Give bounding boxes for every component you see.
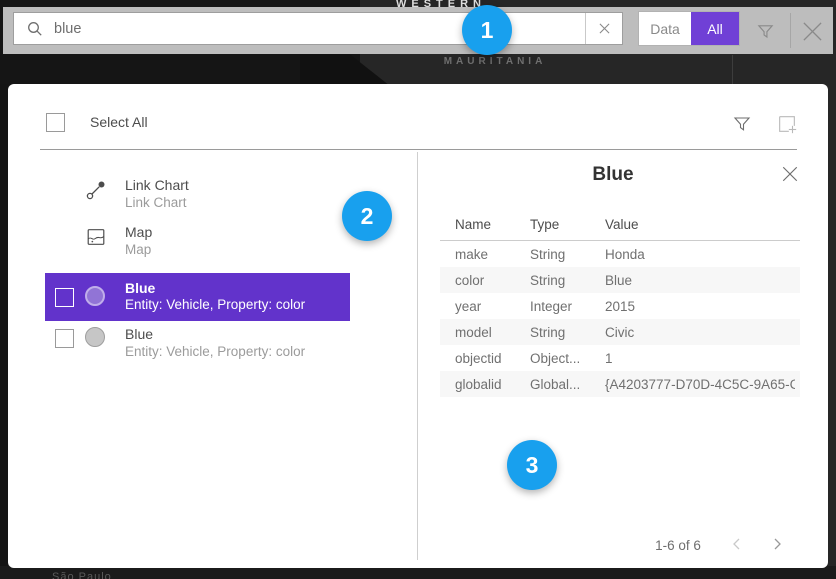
callout-badge-1: 1 xyxy=(462,5,512,55)
result-item-link-chart[interactable]: Link Chart Link Chart xyxy=(125,177,189,210)
attribute-table-header: Name Type Value xyxy=(440,217,800,240)
data-all-toggle: Data All xyxy=(638,11,740,46)
close-x-icon xyxy=(801,20,824,43)
search-toolbar: blue Data All xyxy=(3,7,833,54)
column-header-value: Value xyxy=(605,217,639,232)
result-title: Link Chart xyxy=(125,177,189,193)
result-subtitle: Link Chart xyxy=(125,195,189,210)
table-row: make String Honda xyxy=(440,241,800,267)
cell-value: {A4203777-D70D-4C5C-9A65-C... xyxy=(605,377,795,392)
entity-circle-icon xyxy=(85,286,105,306)
result-checkbox[interactable] xyxy=(55,288,74,307)
result-item-blue[interactable]: Blue Entity: Vehicle, Property: color xyxy=(125,326,305,359)
toggle-option-data[interactable]: Data xyxy=(639,12,691,45)
clear-search-button[interactable] xyxy=(585,13,622,44)
map-left-edge xyxy=(0,84,8,570)
search-results-panel: Select All Link Chart Link Chart Map Map… xyxy=(8,84,828,568)
screenshot-root: WESTERN MAURITANIA São Paulo blue Data A… xyxy=(0,0,836,579)
clear-x-icon xyxy=(599,23,610,34)
toolbar-filter-button[interactable] xyxy=(751,17,779,45)
cell-type: Object... xyxy=(530,351,580,366)
add-selection-icon xyxy=(776,113,798,135)
map-land-shape xyxy=(300,54,390,86)
result-checkbox[interactable] xyxy=(55,329,74,348)
cell-value: 1 xyxy=(605,351,613,366)
search-icon xyxy=(27,21,43,37)
result-subtitle: Map xyxy=(125,242,152,257)
detail-panel-title: Blue xyxy=(438,164,788,186)
select-all-checkbox[interactable] xyxy=(46,113,65,132)
chevron-left-icon xyxy=(731,538,743,550)
cell-name: globalid xyxy=(455,377,502,392)
close-x-icon xyxy=(781,165,799,183)
cell-type: Global... xyxy=(530,377,580,392)
table-row: color String Blue xyxy=(440,267,800,293)
cell-name: model xyxy=(455,325,492,340)
map-border-line xyxy=(732,55,733,85)
toolbar-divider xyxy=(790,13,791,48)
link-chart-icon xyxy=(84,178,108,202)
result-subtitle: Entity: Vehicle, Property: color xyxy=(125,297,305,312)
cell-name: make xyxy=(455,247,488,262)
detail-close-button[interactable] xyxy=(776,160,804,188)
result-title: Blue xyxy=(125,280,155,296)
map-icon xyxy=(84,225,108,249)
result-subtitle: Entity: Vehicle, Property: color xyxy=(125,344,305,359)
header-divider xyxy=(40,149,797,150)
pagination-prev-button[interactable] xyxy=(724,531,750,557)
chevron-right-icon xyxy=(771,538,783,550)
callout-badge-2: 2 xyxy=(342,191,392,241)
cell-type: String xyxy=(530,273,565,288)
result-item-blue-selected[interactable]: Blue Entity: Vehicle, Property: color xyxy=(45,273,350,321)
filter-funnel-icon xyxy=(756,22,775,41)
table-row: year Integer 2015 xyxy=(440,293,800,319)
cell-name: objectid xyxy=(455,351,502,366)
select-all-label: Select All xyxy=(90,114,148,130)
panel-divider xyxy=(417,152,418,560)
results-filter-button[interactable] xyxy=(728,110,756,138)
cell-type: String xyxy=(530,325,565,340)
cell-value: Honda xyxy=(605,247,645,262)
callout-badge-3: 3 xyxy=(507,440,557,490)
cell-value: 2015 xyxy=(605,299,635,314)
cell-type: Integer xyxy=(530,299,572,314)
result-item-map[interactable]: Map Map xyxy=(125,224,152,257)
column-header-name: Name xyxy=(455,217,491,232)
table-row: globalid Global... {A4203777-D70D-4C5C-9… xyxy=(440,371,800,397)
cell-value: Civic xyxy=(605,325,634,340)
result-title: Map xyxy=(125,224,152,240)
toggle-option-all[interactable]: All xyxy=(691,12,739,45)
add-to-selection-button[interactable] xyxy=(773,110,801,138)
column-header-type: Type xyxy=(530,217,559,232)
table-row: objectid Object... 1 xyxy=(440,345,800,371)
table-row: model String Civic xyxy=(440,319,800,345)
result-title: Blue xyxy=(125,326,305,342)
cell-value: Blue xyxy=(605,273,632,288)
entity-circle-icon xyxy=(85,327,105,347)
cell-name: year xyxy=(455,299,481,314)
pagination-next-button[interactable] xyxy=(764,531,790,557)
search-input[interactable]: blue xyxy=(13,12,623,45)
toolbar-close-button[interactable] xyxy=(796,15,828,47)
cell-type: String xyxy=(530,247,565,262)
cell-name: color xyxy=(455,273,484,288)
filter-funnel-icon xyxy=(732,114,752,134)
map-label-sao-paulo: São Paulo xyxy=(52,571,112,579)
map-label-mauritania: MAURITANIA xyxy=(410,56,580,67)
